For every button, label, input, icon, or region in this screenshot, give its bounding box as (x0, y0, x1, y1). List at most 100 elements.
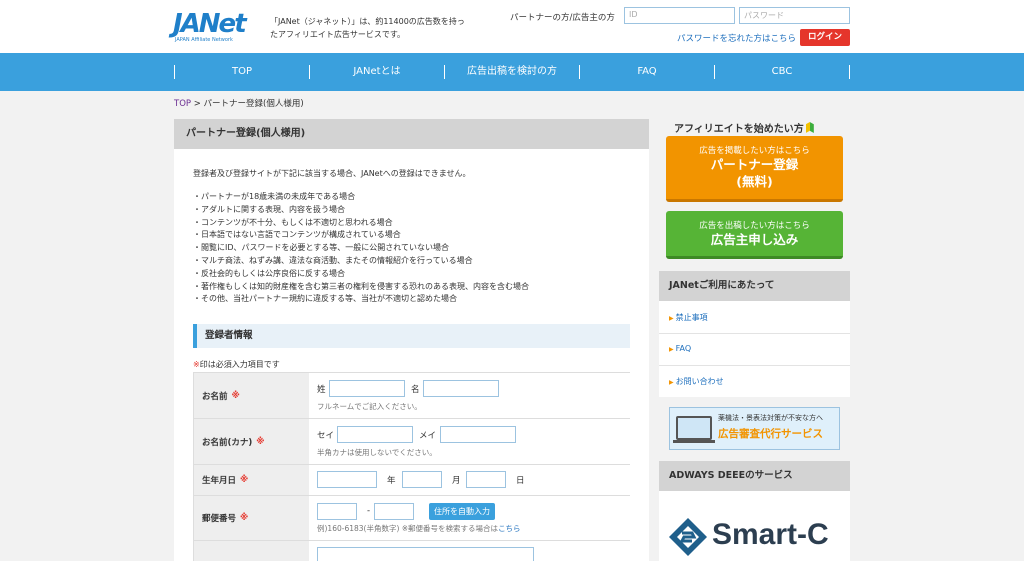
laptop-icon (676, 416, 712, 440)
partner-registration-button[interactable]: 広告を掲載したい方はこちら パートナー登録 (無料) (666, 136, 843, 202)
id-input[interactable]: ID (624, 7, 735, 24)
advertiser-application-button[interactable]: 広告を出稿したい方はこちら 広告主申し込み (666, 211, 843, 259)
field-label (194, 541, 309, 561)
first-name-input[interactable] (423, 380, 499, 397)
cta-subtext: 広告を出稿したい方はこちら (699, 221, 810, 231)
laptop-base (673, 440, 715, 443)
starter-section-title: アフィリエイトを始めたい方 (674, 120, 814, 135)
list-item: ・マルチ商法、ねずみ講、違法な商活動、またその情報紹介を行っている場合 (193, 255, 473, 265)
mei-kana-label: メイ (419, 431, 437, 441)
last-name-kana-input[interactable] (337, 426, 413, 443)
field-label-text: お名前(カナ) (202, 437, 253, 448)
page-title: パートナー登録(個人様用) (174, 119, 649, 149)
auto-fill-address-button[interactable]: 住所を自動入力 (429, 503, 495, 520)
divider (659, 333, 850, 334)
field-body: - 住所を自動入力 例)160-6183(半角数字) ※郵便番号を検索する場合は… (309, 496, 631, 540)
main-content: パートナー登録(個人様用) 登録者及び登録サイトが下記に該当する場合、JANet… (174, 119, 649, 561)
site-tagline: 「JANet（ジャネット）」は、約11400の広告数を持ったアフィリエイト広告サ… (270, 17, 465, 39)
breadcrumb: TOP > パートナー登録(個人様用) (174, 97, 304, 109)
year-label: 年 (387, 476, 396, 486)
cta-title: 広告主申し込み (710, 232, 799, 247)
form-row-postal-code: 郵便番号 ※ - 住所を自動入力 例)160-6183(半角数字) ※郵便番号を検… (193, 495, 631, 540)
adways-panel-title: ADWAYS DEEEのサービス (659, 461, 850, 491)
login-label: パートナーの方/広告主の方 (510, 13, 615, 23)
field-body: 姓 名 フルネームでご記入ください。 (309, 373, 631, 418)
usage-panel: JANetご利用にあたって ▶ 禁止事項 ▶ FAQ ▶ お問い合わせ (659, 271, 850, 397)
smart-c-icon (669, 518, 707, 556)
nav-divider (849, 65, 850, 79)
section-title-registrant: 登録者情報 (193, 324, 630, 348)
field-label-text: お名前 (202, 391, 228, 402)
divider (659, 365, 850, 366)
faq-link[interactable]: ▶ FAQ (669, 344, 691, 353)
list-item: ・反社会的もしくは公序良俗に反する場合 (193, 268, 345, 278)
required-mark: ※ (231, 390, 240, 401)
contact-link[interactable]: ▶ お問い合わせ (669, 376, 724, 387)
list-item: ・閲覧にID、パスワードを必要とする等、一般に公開されていない場合 (193, 243, 450, 253)
usage-panel-title: JANetご利用にあたって (659, 271, 850, 301)
link-label: FAQ (675, 344, 692, 353)
list-item: ・パートナーが18歳未満の未成年である場合 (193, 192, 356, 201)
postal-code-hint: 例)160-6183(半角数字) ※郵便番号を検索する場合はこちら (317, 523, 521, 534)
logo-subtext: JAPAN Affiliate Network (175, 37, 233, 43)
list-item: ・アダルトに関する表現、内容を扱う場合 (193, 204, 345, 214)
postal-code-second-input[interactable] (374, 503, 414, 520)
breadcrumb-separator: > (193, 99, 201, 109)
postal-code-hint-text: 例)160-6183(半角数字) ※郵便番号を検索する場合は (317, 524, 499, 533)
cta-title-free: (無料) (736, 174, 773, 189)
arrow-right-icon: ▶ (669, 379, 674, 386)
field-label-text: 生年月日 (202, 476, 237, 486)
kana-hint: 半角カナは使用しないでください。 (317, 448, 437, 457)
birth-year-input[interactable] (317, 471, 377, 488)
required-mark: ※ (240, 513, 249, 523)
required-mark: ※ (240, 475, 249, 485)
janet-logo[interactable]: JANet JAPAN Affiliate Network (173, 10, 259, 44)
ad-review-service-banner[interactable]: 薬機法・景表法対策が不安な方へ 広告審査代行サービス (669, 407, 840, 450)
smart-c-text: Smart-C (712, 518, 829, 551)
nav-item-about[interactable]: JANetとは (310, 53, 444, 91)
login-button[interactable]: ログイン (800, 29, 850, 46)
beginner-mark-icon (805, 122, 814, 133)
birth-month-input[interactable] (402, 471, 442, 488)
first-name-kana-input[interactable] (440, 426, 516, 443)
prohibited-items-link[interactable]: ▶ 禁止事項 (669, 312, 708, 323)
postal-code-search-link[interactable]: こちら (498, 524, 521, 533)
banner-title: 広告審査代行サービス (718, 428, 823, 440)
field-label: お名前(カナ) ※ (194, 419, 309, 464)
banner-subtext: 薬機法・景表法対策が不安な方へ (718, 414, 823, 422)
arrow-right-icon: ▶ (669, 346, 674, 353)
field-label: お名前 ※ (194, 373, 309, 418)
address-input[interactable] (317, 547, 534, 561)
list-item: ・その他、当社パートナー規約に違反する等、当社が不適切と認めた場合 (193, 294, 457, 304)
arrow-right-icon: ▶ (669, 315, 674, 322)
cta-subtext: 広告を掲載したい方はこちら (699, 146, 810, 156)
form-row-name: お名前 ※ 姓 名 フルネームでご記入ください。 (193, 372, 631, 418)
field-label: 郵便番号 ※ (194, 496, 309, 540)
link-label: お問い合わせ (675, 377, 724, 386)
required-mark: ※ (193, 360, 200, 369)
nav-item-cbc[interactable]: CBC (715, 53, 849, 91)
last-name-input[interactable] (329, 380, 405, 397)
header: JANet JAPAN Affiliate Network 「JANet（ジャネ… (0, 0, 1024, 53)
field-body: 年 月 日 (309, 465, 631, 495)
required-mark: ※ (256, 436, 265, 447)
field-body (309, 541, 631, 561)
field-label: 生年月日 ※ (194, 465, 309, 495)
forgot-password-link[interactable]: パスワードを忘れた方はこちら (677, 32, 796, 44)
form-row-kana: お名前(カナ) ※ セイ メイ 半角カナは使用しないでください。 (193, 418, 631, 464)
sei-kana-label: セイ (317, 431, 335, 441)
restriction-list: ・パートナーが18歳未満の未成年である場合 ・アダルトに関する表現、内容を扱う場… (193, 191, 529, 306)
logo-text: JANet (173, 9, 247, 39)
list-item: ・著作権もしくは知的財産権を含む第三者の権利を侵害する恐れのある表現、内容を含む… (193, 281, 529, 291)
field-body: セイ メイ 半角カナは使用しないでください。 (309, 419, 631, 464)
nav-item-advertisers[interactable]: 広告出稿を検討の方 (445, 53, 579, 91)
birth-day-input[interactable] (466, 471, 506, 488)
postal-code-first-input[interactable] (317, 503, 357, 520)
nav-item-top[interactable]: TOP (175, 53, 309, 91)
breadcrumb-home-link[interactable]: TOP (174, 99, 191, 109)
form-row-birthdate: 生年月日 ※ 年 月 日 (193, 464, 631, 495)
cta-title: パートナー登録 (710, 157, 799, 172)
password-input[interactable]: パスワード (739, 7, 850, 24)
required-note-text: 印は必須入力項目です (199, 360, 280, 369)
nav-item-faq[interactable]: FAQ (580, 53, 714, 91)
